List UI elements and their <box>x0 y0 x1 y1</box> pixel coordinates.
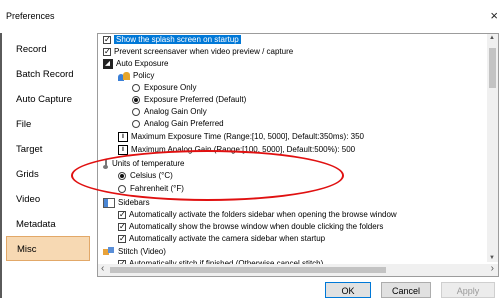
radio-exposure-only[interactable] <box>132 83 140 92</box>
stitch-group: Stitch (Video) <box>103 246 166 257</box>
policy-option-label: Exposure Preferred (Default) <box>144 95 247 104</box>
sidebar-browse-option[interactable]: Automatically show the browse window whe… <box>118 221 383 232</box>
temperature-units-group: Units of temperature <box>103 158 184 169</box>
nav-item-grids[interactable]: Grids <box>6 162 90 187</box>
radio-fahrenheit[interactable] <box>118 184 126 193</box>
nav-item-batch-record[interactable]: Batch Record <box>6 62 90 87</box>
scroll-down-icon[interactable]: ▼ <box>489 255 495 261</box>
radio-exposure-preferred[interactable] <box>132 95 140 104</box>
nav-item-misc[interactable]: Misc <box>6 236 90 261</box>
stitch-label: Stitch (Video) <box>118 247 166 256</box>
sidebar-folders-label: Automatically activate the folders sideb… <box>129 210 397 219</box>
splash-option[interactable]: Show the splash screen on startup <box>103 34 241 45</box>
policy-icon <box>118 71 130 81</box>
horizontal-scrollbar[interactable]: ‹ › <box>98 263 498 276</box>
title-bar: Preferences × <box>0 0 499 33</box>
temperature-units-label: Units of temperature <box>112 159 185 168</box>
policy-group: Policy <box>118 70 154 81</box>
sidebar-browse-label: Automatically show the browse window whe… <box>129 222 384 231</box>
max-gain-label: Maximum Analog Gain (Range:[100, 5000], … <box>131 145 356 154</box>
celsius-label: Celsius (°C) <box>130 171 173 180</box>
fahrenheit-label: Fahrenheit (°F) <box>130 184 184 193</box>
info-icon: i <box>118 131 128 142</box>
radio-celsius[interactable] <box>118 171 126 180</box>
policy-option-label: Exposure Only <box>144 83 197 92</box>
sidebar-camera-checkbox[interactable] <box>118 233 126 244</box>
nav-item-auto-capture[interactable]: Auto Capture <box>6 87 90 112</box>
nav-item-video[interactable]: Video <box>6 187 90 212</box>
auto-exposure-label: Auto Exposure <box>116 59 169 68</box>
sidebar-icon <box>103 197 115 208</box>
policy-option-exposure-only[interactable]: Exposure Only <box>132 82 196 93</box>
vertical-scroll-thumb[interactable] <box>489 48 496 88</box>
fahrenheit-option[interactable]: Fahrenheit (°F) <box>118 183 184 194</box>
scroll-left-icon[interactable]: ‹ <box>101 263 104 274</box>
screensaver-label: Prevent screensaver when video preview /… <box>114 47 294 56</box>
category-nav: Record Batch Record Auto Capture File Ta… <box>6 33 90 273</box>
splash-label: Show the splash screen on startup <box>114 35 241 44</box>
max-exposure-label: Maximum Exposure Time (Range:[10, 5000],… <box>131 132 364 141</box>
sidebar-camera-option[interactable]: Automatically activate the camera sideba… <box>118 233 325 244</box>
close-icon[interactable]: × <box>490 8 498 23</box>
sidebar-folders-checkbox[interactable] <box>118 209 126 220</box>
sidebars-label: Sidebars <box>118 198 150 207</box>
splash-checkbox[interactable] <box>103 34 111 45</box>
policy-option-analog-gain-only[interactable]: Analog Gain Only <box>132 106 207 117</box>
sidebar-camera-label: Automatically activate the camera sideba… <box>129 234 326 243</box>
info-icon: i <box>118 144 128 155</box>
window-left-border <box>0 33 2 298</box>
radio-analog-gain-preferred[interactable] <box>132 119 140 128</box>
policy-option-label: Analog Gain Only <box>144 107 207 116</box>
nav-item-file[interactable]: File <box>6 112 90 137</box>
auto-exposure-icon <box>103 58 113 69</box>
nav-item-target[interactable]: Target <box>6 137 90 162</box>
window-title: Preferences <box>6 11 55 21</box>
max-exposure-setting[interactable]: i Maximum Exposure Time (Range:[10, 5000]… <box>118 131 364 142</box>
ok-button[interactable]: OK <box>325 282 371 298</box>
policy-option-exposure-preferred[interactable]: Exposure Preferred (Default) <box>132 94 246 105</box>
celsius-option[interactable]: Celsius (°C) <box>118 170 173 181</box>
max-gain-setting[interactable]: i Maximum Analog Gain (Range:[100, 5000],… <box>118 144 355 155</box>
sidebar-folders-option[interactable]: Automatically activate the folders sideb… <box>118 209 397 220</box>
sidebars-group: Sidebars <box>103 197 150 208</box>
thermometer-icon <box>103 158 109 169</box>
auto-exposure-group: Auto Exposure <box>103 58 168 69</box>
nav-item-metadata[interactable]: Metadata <box>6 212 90 237</box>
settings-panel: Show the splash screen on startup Preven… <box>97 33 499 277</box>
screensaver-option[interactable]: Prevent screensaver when video preview /… <box>103 46 293 57</box>
sidebar-browse-checkbox[interactable] <box>118 221 126 232</box>
vertical-scrollbar[interactable]: ▲ ▼ <box>487 34 498 262</box>
policy-label: Policy <box>133 71 155 80</box>
scroll-right-icon[interactable]: › <box>491 263 494 274</box>
policy-option-label: Analog Gain Preferred <box>144 119 224 128</box>
cancel-button[interactable]: Cancel <box>381 282 431 298</box>
horizontal-scroll-thumb[interactable] <box>110 267 386 273</box>
nav-item-record[interactable]: Record <box>6 37 90 62</box>
screensaver-checkbox[interactable] <box>103 46 111 57</box>
scroll-up-icon[interactable]: ▲ <box>489 35 495 41</box>
apply-button[interactable]: Apply <box>441 282 495 298</box>
stitch-icon <box>103 246 115 257</box>
radio-analog-gain-only[interactable] <box>132 107 140 116</box>
policy-option-analog-gain-preferred[interactable]: Analog Gain Preferred <box>132 118 224 129</box>
